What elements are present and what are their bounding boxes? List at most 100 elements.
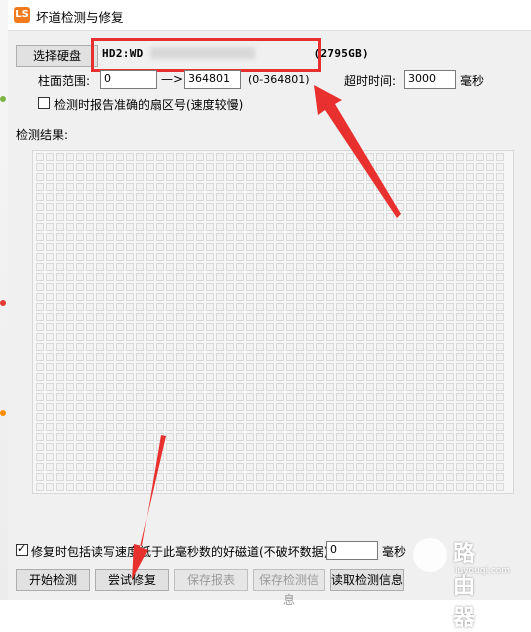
sector-cell [416, 373, 424, 381]
sector-cell [326, 203, 334, 211]
sector-cell [476, 203, 484, 211]
sector-cell [236, 483, 244, 491]
sector-cell [216, 473, 224, 481]
sector-cell [156, 183, 164, 191]
sector-cell [76, 333, 84, 341]
save-report-button[interactable]: 保存报表 [174, 569, 248, 591]
sector-cell [396, 453, 404, 461]
save-info-button[interactable]: 保存检测信息 [253, 569, 325, 607]
sector-cell [206, 453, 214, 461]
sector-cell [296, 153, 304, 161]
sector-cell [376, 173, 384, 181]
sector-cell [446, 173, 454, 181]
sector-cell [486, 483, 494, 491]
sector-cell [396, 153, 404, 161]
sector-cell [256, 433, 264, 441]
sector-cell [206, 303, 214, 311]
sector-cell [166, 153, 174, 161]
sector-cell [176, 253, 184, 261]
sector-cell [186, 163, 194, 171]
report-sector-checkbox[interactable] [38, 97, 50, 109]
sector-cell [46, 273, 54, 281]
background-app-icon [0, 410, 6, 416]
sector-cell [256, 313, 264, 321]
sector-cell [166, 453, 174, 461]
sector-cell [86, 343, 94, 351]
sector-cell [336, 223, 344, 231]
load-info-button[interactable]: 读取检测信息 [330, 569, 404, 591]
sector-cell [406, 183, 414, 191]
sector-cell [116, 413, 124, 421]
sector-cell [46, 433, 54, 441]
sector-cell [406, 283, 414, 291]
sector-cell [456, 183, 464, 191]
sector-cell [306, 463, 314, 471]
sector-cell [196, 393, 204, 401]
timeout-unit: 毫秒 [460, 74, 485, 88]
sector-cell [446, 223, 454, 231]
sector-cell [476, 323, 484, 331]
range-label: 柱面范围: [38, 74, 91, 88]
sector-cell [86, 253, 94, 261]
try-repair-button[interactable]: 尝试修复 [95, 569, 169, 591]
sector-cell [316, 403, 324, 411]
sector-cell [216, 343, 224, 351]
sector-cell [246, 343, 254, 351]
sector-cell [276, 353, 284, 361]
sector-cell [396, 473, 404, 481]
start-detect-button[interactable]: 开始检测 [16, 569, 90, 591]
sector-cell [246, 483, 254, 491]
sector-cell [306, 373, 314, 381]
sector-cell [376, 163, 384, 171]
sector-cell [46, 403, 54, 411]
sector-cell [406, 263, 414, 271]
sector-cell [426, 353, 434, 361]
sector-cell [76, 163, 84, 171]
sector-cell [266, 423, 274, 431]
sector-cell [186, 183, 194, 191]
sector-cell [226, 453, 234, 461]
sector-cell [476, 283, 484, 291]
sector-cell [126, 403, 134, 411]
sector-cell [366, 463, 374, 471]
sector-cell [156, 283, 164, 291]
sector-cell [176, 193, 184, 201]
sector-cell [496, 193, 504, 201]
sector-cell [406, 363, 414, 371]
sector-cell [86, 273, 94, 281]
sector-cell [176, 243, 184, 251]
sector-cell [36, 313, 44, 321]
sector-cell [256, 213, 264, 221]
sector-cell [366, 453, 374, 461]
sector-cell [346, 313, 354, 321]
sector-cell [76, 213, 84, 221]
sector-cell [106, 483, 114, 491]
sector-cell [56, 213, 64, 221]
sector-cell [416, 343, 424, 351]
sector-cell [156, 423, 164, 431]
sector-cell [386, 243, 394, 251]
select-disk-button[interactable]: 选择硬盘 [16, 45, 98, 67]
sector-cell [56, 183, 64, 191]
sector-cell [226, 353, 234, 361]
sector-cell [36, 333, 44, 341]
sector-cell [56, 233, 64, 241]
repair-speed-input[interactable]: 0 [326, 541, 378, 560]
sector-cell [246, 433, 254, 441]
sector-cell [386, 183, 394, 191]
sector-cell [366, 233, 374, 241]
sector-cell [346, 293, 354, 301]
range-end-input[interactable]: 364801 [184, 70, 241, 89]
repair-speed-checkbox[interactable] [16, 542, 28, 556]
range-start-input[interactable]: 0 [100, 70, 157, 89]
sector-cell [446, 383, 454, 391]
sector-cell [256, 393, 264, 401]
sector-cell [76, 273, 84, 281]
sector-cell [476, 473, 484, 481]
sector-cell [426, 243, 434, 251]
results-label: 检测结果: [16, 128, 69, 142]
timeout-input[interactable]: 3000 [404, 70, 456, 89]
sector-cell [226, 213, 234, 221]
sector-cell [216, 383, 224, 391]
sector-cell [226, 473, 234, 481]
